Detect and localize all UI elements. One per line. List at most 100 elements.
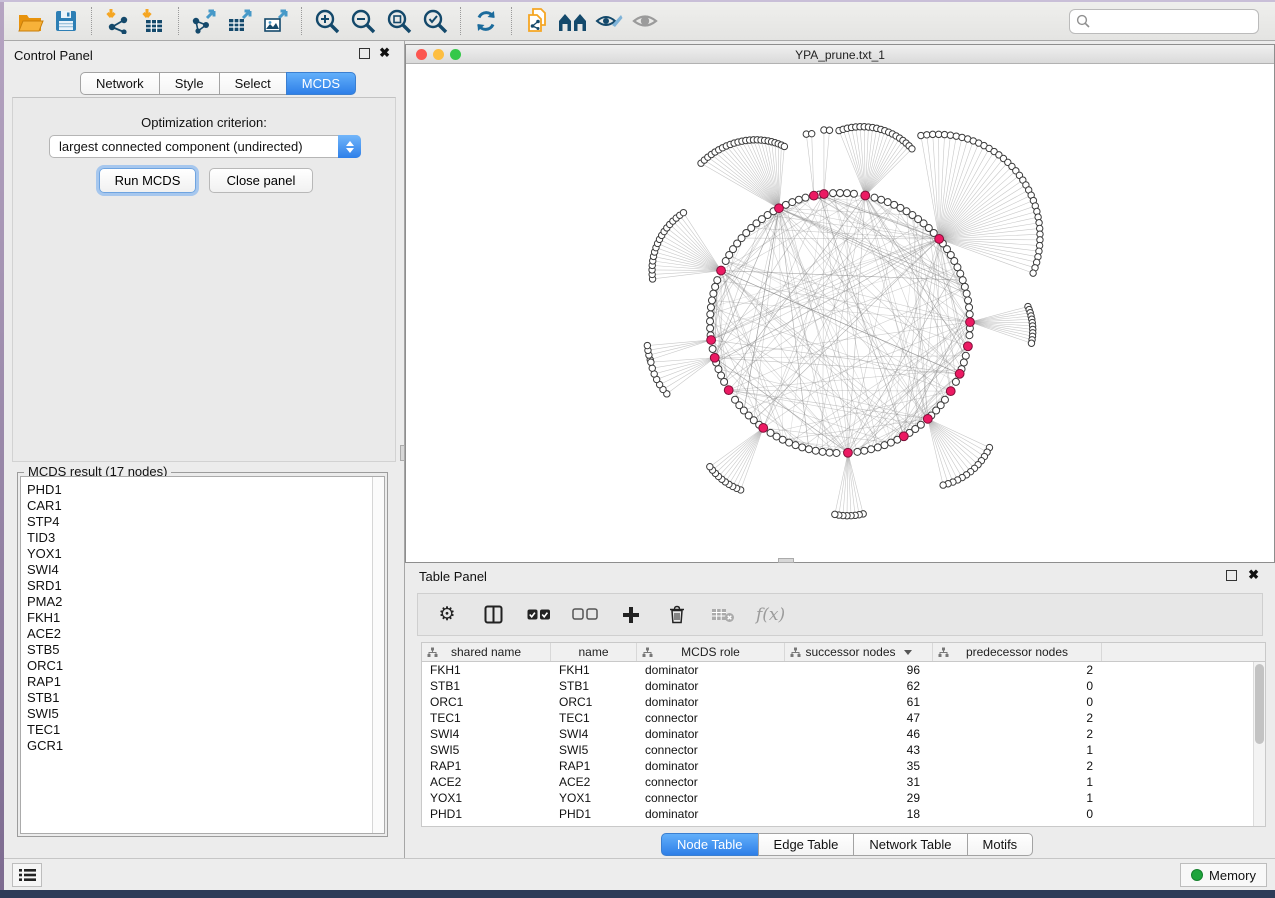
close-table-panel-icon[interactable]: ✖ — [1248, 567, 1259, 583]
network-leaf-node[interactable] — [649, 365, 655, 371]
network-node[interactable] — [962, 352, 969, 359]
network-node[interactable] — [708, 297, 715, 304]
table-row[interactable]: SWI4SWI4dominator462 — [422, 726, 1265, 742]
mcds-result-item[interactable]: STB5 — [21, 642, 384, 658]
tab-edge-table[interactable]: Edge Table — [758, 833, 855, 856]
network-graph[interactable] — [406, 64, 1274, 562]
export-network-button[interactable] — [186, 5, 222, 37]
column-visibility-button[interactable] — [480, 602, 506, 628]
network-node[interactable] — [957, 270, 964, 277]
refresh-button[interactable] — [468, 5, 504, 37]
network-node[interactable] — [952, 378, 959, 385]
mcds-result-list[interactable]: PHD1CAR1STP4TID3YOX1SWI4SRD1PMA2FKH1ACE2… — [20, 476, 385, 834]
network-node[interactable] — [966, 332, 973, 339]
duplicate-network-button[interactable] — [519, 5, 555, 37]
network-node[interactable] — [854, 448, 861, 455]
network-node[interactable] — [707, 304, 714, 311]
add-column-button[interactable] — [618, 602, 644, 628]
network-node[interactable] — [887, 439, 894, 446]
table-row[interactable]: TEC1TEC1connector472 — [422, 710, 1265, 726]
network-node[interactable] — [868, 446, 875, 453]
mcds-result-item[interactable]: TEC1 — [21, 722, 384, 738]
network-leaf-node[interactable] — [909, 146, 915, 152]
network-node[interactable] — [707, 311, 714, 318]
table-settings-button[interactable]: ⚙ — [434, 602, 460, 628]
network-node[interactable] — [833, 449, 840, 456]
network-node[interactable] — [850, 190, 857, 197]
network-node[interactable] — [843, 190, 850, 197]
network-hub-node[interactable] — [820, 190, 829, 199]
network-hub-node[interactable] — [759, 424, 768, 433]
mcds-result-item[interactable]: STB1 — [21, 690, 384, 706]
vertical-splitter-handle[interactable] — [400, 445, 405, 461]
network-node[interactable] — [718, 372, 725, 379]
network-hub-node[interactable] — [844, 448, 853, 457]
network-leaf-node[interactable] — [808, 130, 814, 136]
tab-style[interactable]: Style — [159, 72, 220, 95]
table-row[interactable]: FKH1FKH1dominator962 — [422, 662, 1265, 678]
mcds-result-item[interactable]: RAP1 — [21, 674, 384, 690]
export-image-button[interactable] — [258, 5, 294, 37]
network-node[interactable] — [960, 359, 967, 366]
first-neighbors-button[interactable] — [555, 5, 591, 37]
column-header-name[interactable]: name — [551, 643, 637, 661]
network-hub-node[interactable] — [935, 235, 944, 244]
mcds-result-item[interactable]: PMA2 — [21, 594, 384, 610]
network-leaf-node[interactable] — [680, 209, 686, 215]
network-node[interactable] — [861, 447, 868, 454]
table-row[interactable]: SWI5SWI5connector431 — [422, 742, 1265, 758]
open-session-button[interactable] — [12, 5, 48, 37]
memory-button[interactable]: Memory — [1180, 863, 1267, 887]
network-leaf-node[interactable] — [1030, 270, 1036, 276]
mcds-result-item[interactable]: STP4 — [21, 514, 384, 530]
network-node[interactable] — [707, 325, 714, 332]
column-header-successor-nodes[interactable]: successor nodes — [785, 643, 933, 661]
network-hub-node[interactable] — [899, 432, 908, 441]
tab-motifs[interactable]: Motifs — [967, 833, 1034, 856]
tab-network-table[interactable]: Network Table — [853, 833, 967, 856]
table-row[interactable]: ACE2ACE2connector311 — [422, 774, 1265, 790]
network-canvas[interactable] — [406, 64, 1274, 562]
network-node[interactable] — [802, 194, 809, 201]
tab-node-table[interactable]: Node Table — [661, 833, 759, 856]
network-node[interactable] — [819, 448, 826, 455]
network-node[interactable] — [871, 194, 878, 201]
network-leaf-node[interactable] — [826, 127, 832, 133]
network-hub-node[interactable] — [946, 387, 955, 396]
column-header-MCDS-role[interactable]: MCDS role — [637, 643, 785, 661]
network-leaf-node[interactable] — [648, 359, 654, 365]
table-scrollbar[interactable] — [1253, 662, 1265, 826]
network-hub-node[interactable] — [809, 191, 818, 200]
network-node[interactable] — [792, 442, 799, 449]
select-all-button[interactable] — [526, 602, 552, 628]
network-node[interactable] — [963, 290, 970, 297]
network-node[interactable] — [961, 283, 968, 290]
network-node[interactable] — [710, 290, 717, 297]
network-node[interactable] — [709, 346, 716, 353]
network-window-titlebar[interactable]: YPA_prune.txt_1 — [406, 45, 1274, 64]
network-hub-node[interactable] — [717, 266, 726, 275]
hide-selected-button[interactable] — [591, 5, 627, 37]
network-node[interactable] — [874, 444, 881, 451]
mcds-result-item[interactable]: CAR1 — [21, 498, 384, 514]
network-node[interactable] — [959, 277, 966, 284]
network-node[interactable] — [830, 190, 837, 197]
network-leaf-node[interactable] — [781, 143, 787, 149]
zoom-out-button[interactable] — [345, 5, 381, 37]
export-table-button[interactable] — [222, 5, 258, 37]
network-node[interactable] — [789, 199, 796, 206]
table-row[interactable]: ORC1ORC1dominator610 — [422, 694, 1265, 710]
network-node[interactable] — [712, 283, 719, 290]
network-node[interactable] — [966, 304, 973, 311]
network-hub-node[interactable] — [724, 386, 733, 395]
tab-network[interactable]: Network — [80, 72, 160, 95]
network-hub-node[interactable] — [923, 414, 932, 423]
mcds-result-item[interactable]: SWI5 — [21, 706, 384, 722]
float-table-panel-icon[interactable] — [1226, 570, 1237, 581]
network-node[interactable] — [795, 196, 802, 203]
close-panel-icon[interactable]: ✖ — [379, 45, 390, 61]
network-leaf-node[interactable] — [947, 132, 953, 138]
network-leaf-node[interactable] — [644, 342, 650, 348]
network-node[interactable] — [732, 396, 739, 403]
network-node[interactable] — [881, 442, 888, 449]
